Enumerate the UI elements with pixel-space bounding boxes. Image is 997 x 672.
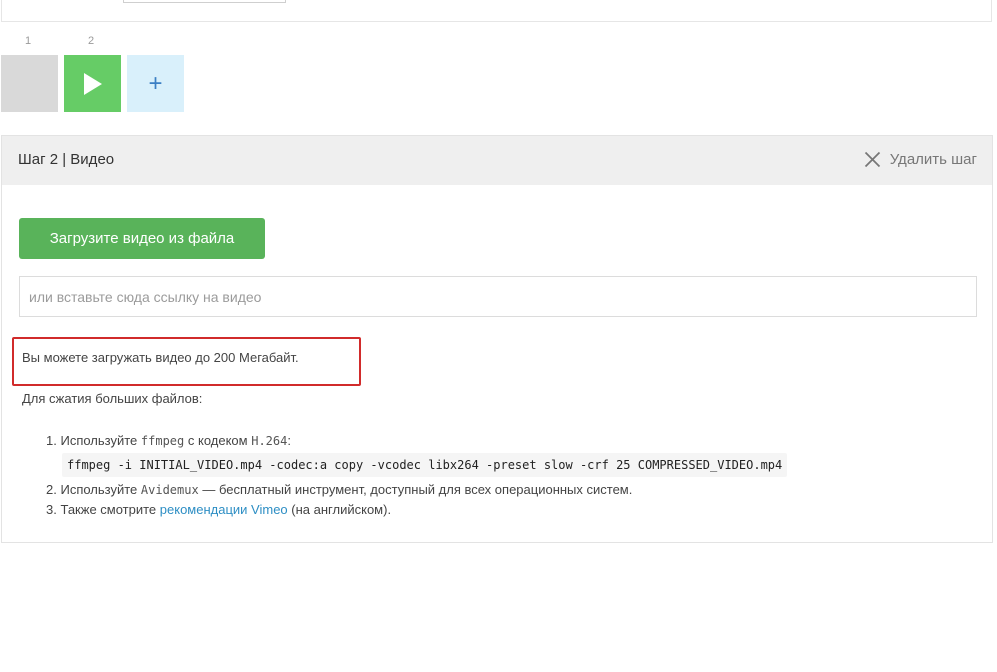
list-item: 3. Также смотрите рекомендации Vimeo (на… — [46, 500, 787, 520]
list-item: 2. Используйте Avidemux — бесплатный инс… — [46, 480, 787, 500]
play-icon — [84, 73, 102, 95]
compress-intro: Для сжатия больших файлов: — [22, 391, 203, 406]
list-item-number: 1. — [46, 433, 57, 448]
step-panel: Шаг 2 | Видео Удалить шаг Загрузите виде… — [1, 135, 993, 543]
previous-step-input[interactable] — [123, 0, 286, 3]
list-item-text: Также смотрите — [60, 502, 157, 517]
step-number-2: 2 — [88, 35, 95, 47]
previous-step-panel — [1, 0, 992, 22]
list-item-number: 3. — [46, 502, 57, 517]
list-item-text: — бесплатный инструмент, доступный для в… — [202, 482, 633, 497]
vimeo-recommendations-link[interactable]: рекомендации Vimeo — [160, 502, 288, 517]
delete-step-label: Удалить шаг — [889, 151, 977, 168]
plus-icon: + — [148, 69, 163, 97]
delete-step-button[interactable]: Удалить шаг — [864, 151, 977, 168]
step-title: Шаг 2 | Видео — [18, 151, 115, 168]
codec-name: H.264 — [251, 434, 288, 448]
tool-name-avidemux: Avidemux — [140, 483, 199, 497]
list-item-text: Используйте — [60, 433, 138, 448]
ffmpeg-command: ffmpeg -i INITIAL_VIDEO.mp4 -codec:a cop… — [62, 453, 788, 477]
video-url-input[interactable] — [19, 276, 977, 317]
upload-video-button[interactable]: Загрузите видео из файла — [19, 218, 265, 259]
list-item-text: (на английском). — [291, 502, 392, 517]
step-number-1: 1 — [25, 35, 32, 47]
list-item-text: Используйте — [60, 482, 138, 497]
compress-tips-list: 1. Используйте ffmpeg с кодеком H.264: f… — [46, 431, 788, 520]
add-step-button[interactable]: + — [127, 55, 184, 112]
step-tile-1[interactable] — [1, 55, 58, 112]
step-tile-2-video[interactable] — [64, 55, 121, 112]
close-icon — [864, 151, 880, 168]
list-item-number: 2. — [46, 482, 57, 497]
list-item-text: с кодеком — [187, 433, 248, 448]
list-item-text: : — [287, 433, 291, 448]
list-item: 1. Используйте ffmpeg с кодеком H.264: f… — [46, 431, 788, 480]
size-limit-text: Вы можете загружать видео до 200 Мегабай… — [22, 350, 299, 365]
step-header: Шаг 2 | Видео Удалить шаг — [2, 136, 992, 185]
tool-name-ffmpeg: ffmpeg — [140, 434, 185, 448]
